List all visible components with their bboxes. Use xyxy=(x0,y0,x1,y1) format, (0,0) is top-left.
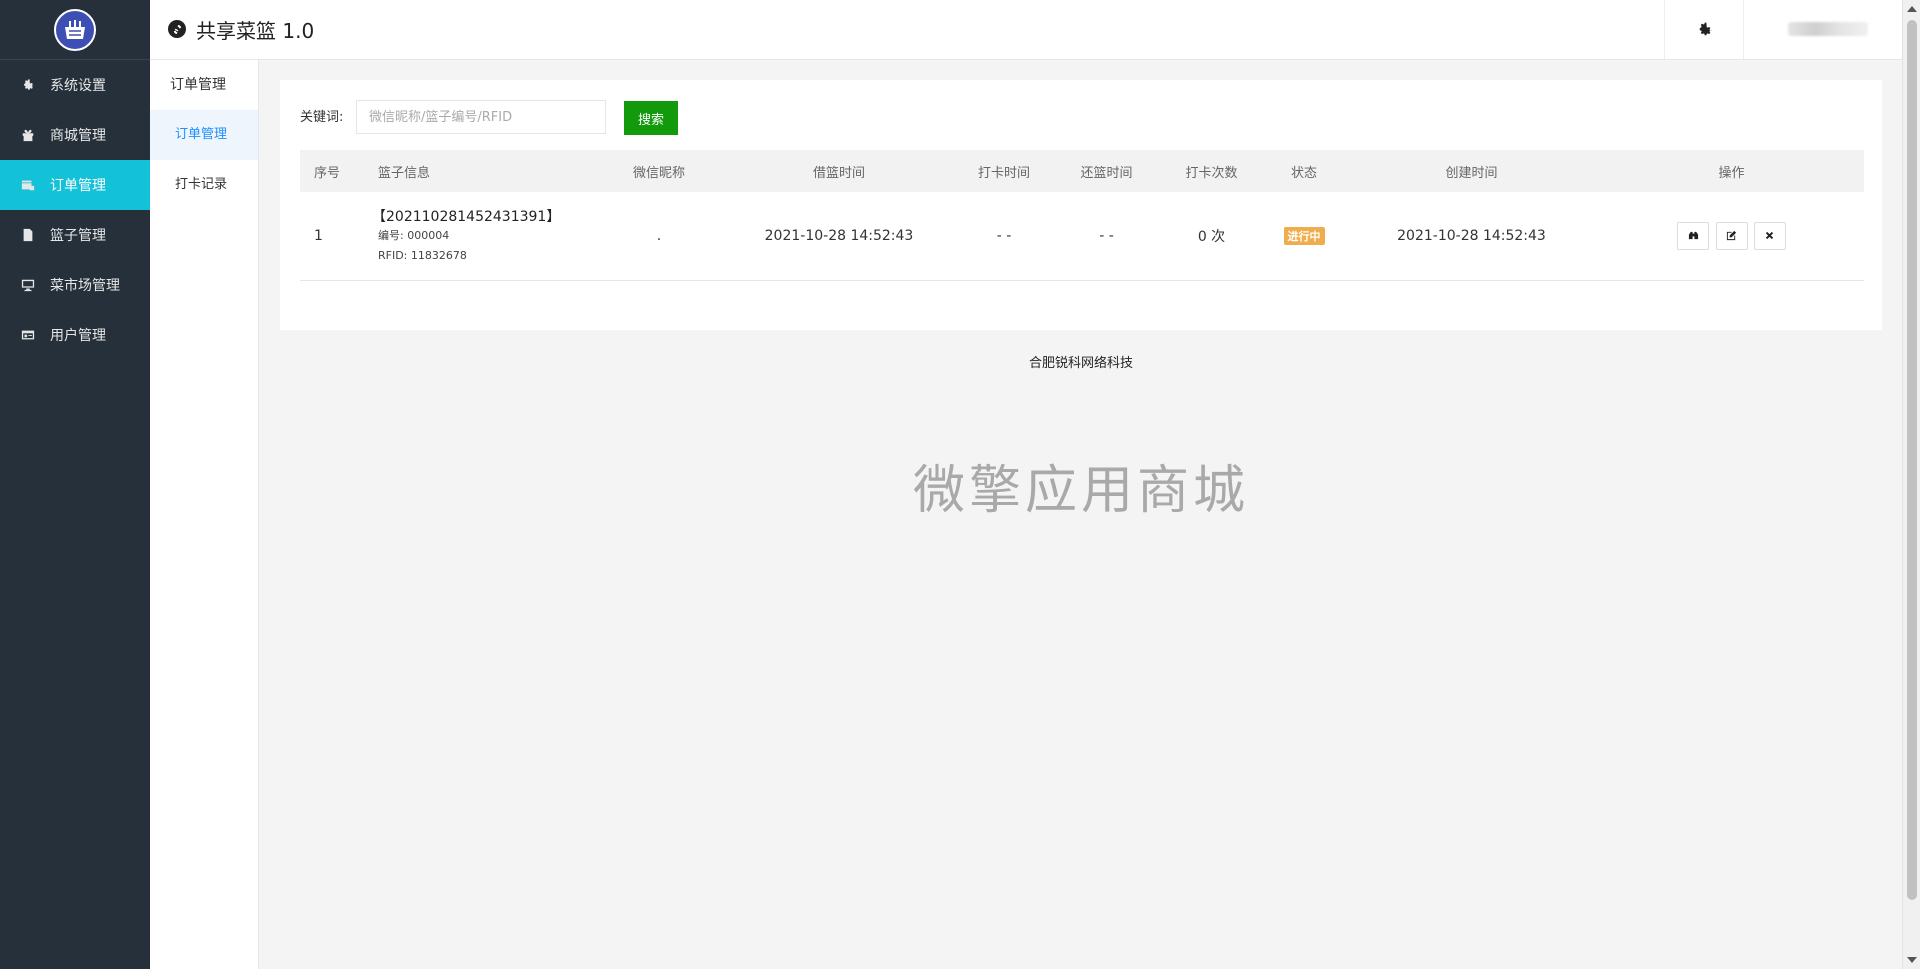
table-header-row: 序号 篮子信息 微信昵称 借篮时间 打卡时间 还篮时间 打卡次数 状态 创建时间… xyxy=(300,150,1864,192)
sidebar-item-orders[interactable]: 订单管理 xyxy=(0,160,150,210)
edit-button[interactable] xyxy=(1715,221,1748,250)
col-header: 打卡时间 xyxy=(977,165,1030,181)
status-cell: 进行中 xyxy=(1264,192,1344,280)
col-header: 状态 xyxy=(1290,165,1317,181)
basket-number: 编号: 000004 xyxy=(378,228,450,242)
vertical-scrollbar[interactable] xyxy=(1902,0,1920,969)
basket-rfid: RFID: 11832678 xyxy=(378,248,467,262)
basket-id: 【202110281452431391】 xyxy=(372,208,561,225)
orders-panel: 关键词: 搜索 序号 篮子信息 微信昵称 借篮时间 打卡时间 还篮时间 打卡次数… xyxy=(280,80,1882,330)
link-icon xyxy=(168,20,186,38)
sidebar-item-label: 菜市场管理 xyxy=(50,278,120,294)
app-title: 共享菜篮 1.0 xyxy=(168,0,314,58)
search-button[interactable]: 搜索 xyxy=(624,101,678,135)
basket-info: 【202110281452431391】 编号: 000004 RFID: 11… xyxy=(364,192,594,280)
logo-area xyxy=(0,0,150,60)
delete-button[interactable] xyxy=(1753,221,1786,250)
gear-icon xyxy=(1699,22,1711,36)
sidebar-item-baskets[interactable]: 篮子管理 xyxy=(0,210,150,260)
monitor-icon xyxy=(20,277,36,293)
settings-button[interactable] xyxy=(1664,0,1744,59)
gift-icon xyxy=(20,127,36,143)
user-menu[interactable] xyxy=(1788,22,1868,36)
sidebar-item-mall[interactable]: 商城管理 xyxy=(0,110,150,160)
scroll-up-arrow-icon[interactable] xyxy=(1907,6,1917,12)
gear-icon xyxy=(20,77,36,93)
close-icon xyxy=(1766,232,1774,240)
secondary-sidebar: 订单管理 订单管理 打卡记录 xyxy=(150,60,259,969)
sidebar-item-label: 用户管理 xyxy=(50,328,106,344)
orders-table: 序号 篮子信息 微信昵称 借篮时间 打卡时间 还篮时间 打卡次数 状态 创建时间… xyxy=(300,150,1864,281)
col-header: 创建时间 xyxy=(1445,165,1498,181)
sidebar-item-users[interactable]: 用户管理 xyxy=(0,310,150,360)
wechat-nickname: . xyxy=(656,227,662,244)
sidebar-item-label: 订单管理 xyxy=(50,178,106,194)
footer-company: 合肥锐科网络科技 xyxy=(1028,356,1133,371)
status-badge: 进行中 xyxy=(1283,226,1325,245)
sidebar-item-system-settings[interactable]: 系统设置 xyxy=(0,60,150,110)
sidebar-item-markets[interactable]: 菜市场管理 xyxy=(0,260,150,310)
checkin-count: 0 次 xyxy=(1197,228,1226,245)
main-sidebar: 系统设置 商城管理 订单管理 篮子管理 菜市场管理 用户管理 xyxy=(0,0,150,969)
scroll-down-arrow-icon[interactable] xyxy=(1907,957,1917,963)
col-header: 操作 xyxy=(1718,165,1745,181)
subnav-title: 订单管理 xyxy=(170,77,226,93)
col-header: 篮子信息 xyxy=(378,165,431,181)
col-header: 借篮时间 xyxy=(812,165,865,181)
binoculars-icon xyxy=(1688,232,1698,240)
subnav-item-checkin-records[interactable]: 打卡记录 xyxy=(150,160,258,210)
scrollbar-thumb[interactable] xyxy=(1907,20,1917,900)
created-time: 2021-10-28 14:52:43 xyxy=(1397,227,1546,244)
col-header: 微信昵称 xyxy=(632,165,685,181)
sidebar-item-label: 系统设置 xyxy=(50,78,106,94)
file-icon xyxy=(20,227,36,243)
checkin-time: - - xyxy=(996,227,1012,244)
sidebar-item-label: 商城管理 xyxy=(50,128,106,144)
col-header: 序号 xyxy=(314,165,341,181)
top-header: 共享菜篮 1.0 xyxy=(150,0,1902,60)
sidebar-item-label: 篮子管理 xyxy=(50,228,106,244)
edit-icon xyxy=(1726,231,1737,241)
order-icon xyxy=(20,177,36,193)
app-title-text: 共享菜篮 1.0 xyxy=(196,18,315,43)
actions-cell xyxy=(1599,192,1864,280)
subnav-item-orders[interactable]: 订单管理 xyxy=(150,110,258,160)
row-index: 1 xyxy=(314,227,323,244)
basket-logo-icon[interactable] xyxy=(54,8,96,51)
table-row: 1 【202110281452431391】 编号: 000004 RFID: … xyxy=(300,192,1864,280)
return-time: - - xyxy=(1099,227,1114,244)
borrow-time: 2021-10-28 14:52:43 xyxy=(764,227,914,244)
col-header: 打卡次数 xyxy=(1185,165,1238,181)
watermark: 微擎应用商城 xyxy=(912,461,1249,521)
search-label: 关键词: xyxy=(300,110,344,125)
search-input[interactable] xyxy=(356,100,606,134)
col-header: 还篮时间 xyxy=(1080,165,1133,181)
view-button[interactable] xyxy=(1677,221,1710,250)
user-card-icon xyxy=(20,327,36,343)
